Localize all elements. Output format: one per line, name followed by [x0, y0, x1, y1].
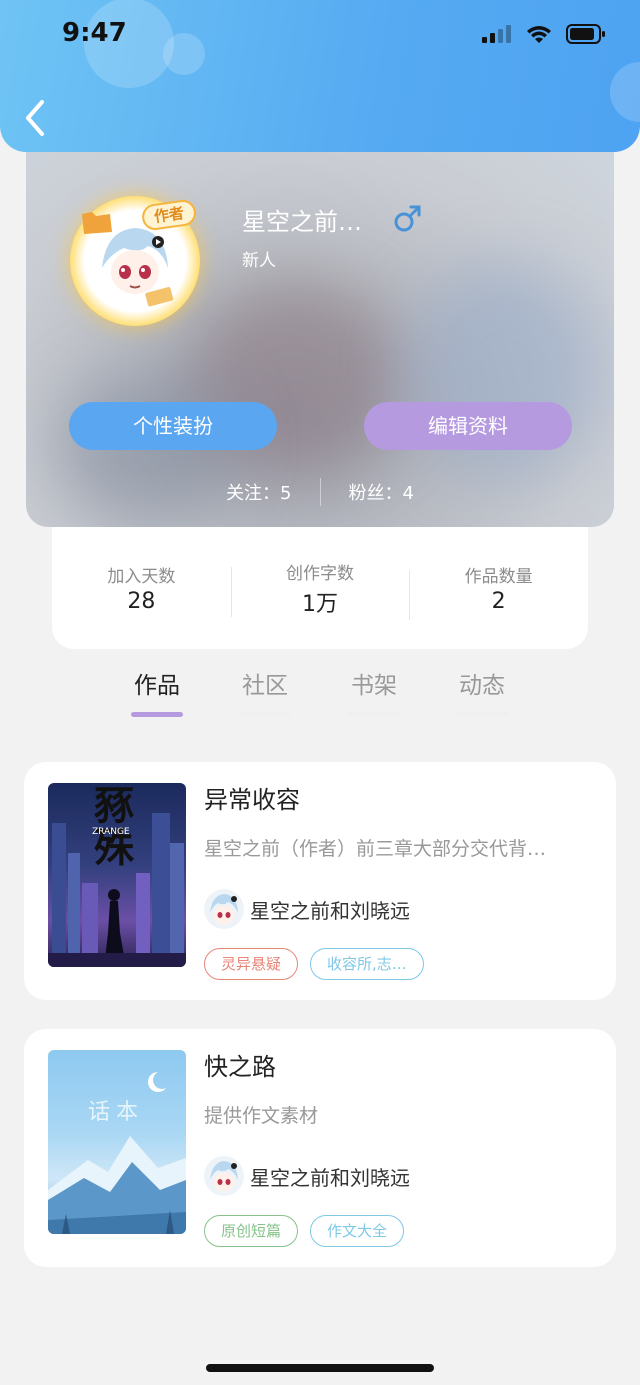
follow-stats: 关注：5 粉丝：4	[26, 478, 614, 506]
male-gender-icon	[394, 205, 421, 232]
author-name: 星空之前和刘晓远	[250, 1165, 410, 1190]
header-bar: 9:47	[0, 0, 640, 152]
tag-genre[interactable]: 灵异悬疑	[204, 948, 299, 980]
profile-card: 作者 星空之前… 新人 个性装扮 编辑资料 关注：5 粉丝：4	[26, 140, 614, 527]
following-value: 5	[280, 483, 292, 504]
tab-label: 动态	[459, 673, 505, 699]
dress-up-button[interactable]: 个性装扮	[69, 402, 277, 450]
book-author: 星空之前和刘晓远	[204, 889, 410, 929]
tab-community[interactable]: 社区	[235, 666, 295, 717]
author-name: 星空之前和刘晓远	[250, 898, 410, 923]
wifi-icon	[527, 26, 551, 43]
stats-card: 加入天数 28 创作字数 1万 作品数量 2	[52, 527, 588, 649]
signal-icon	[482, 25, 511, 43]
tab-underline	[348, 712, 400, 717]
decorative-bubble	[610, 62, 640, 122]
tab-bar: 作品 社区 书架 动态	[0, 666, 640, 717]
home-indicator	[206, 1364, 434, 1372]
decorative-bubble	[163, 33, 205, 75]
book-author: 星空之前和刘晓远	[204, 1156, 410, 1196]
author-avatar-icon	[210, 894, 238, 924]
tab-underline	[131, 712, 183, 717]
battery-icon	[566, 24, 605, 44]
mountain-moon-icon	[48, 1072, 186, 1234]
tag-genre[interactable]: 原创短篇	[204, 1215, 299, 1247]
edit-profile-button[interactable]: 编辑资料	[364, 402, 572, 450]
stat-value: 28	[127, 589, 156, 614]
fans-count[interactable]: 粉丝：4	[349, 479, 414, 505]
status-icons	[482, 24, 606, 44]
folder-icon	[82, 212, 112, 234]
back-button[interactable]	[20, 98, 52, 138]
author-avatar	[204, 889, 244, 929]
tag-keywords[interactable]: 收容所,志…	[310, 948, 424, 980]
tab-underline	[239, 712, 291, 717]
fans-value: 4	[402, 483, 414, 504]
stat-label: 加入天数	[107, 567, 176, 587]
tab-label: 书架	[351, 673, 397, 699]
stat-label: 创作字数	[286, 563, 354, 584]
chevron-left-icon	[26, 100, 44, 136]
stat-word-count: 创作字数 1万	[230, 559, 410, 618]
book-cover: 话本	[48, 1050, 186, 1234]
book-description: 提供作文素材	[204, 1105, 319, 1127]
status-time: 9:47	[62, 18, 127, 48]
tab-activity[interactable]: 动态	[452, 666, 512, 717]
divider	[319, 478, 321, 506]
tab-underline	[456, 712, 508, 717]
following-label: 关注：	[226, 483, 281, 504]
author-avatar-icon	[210, 1161, 238, 1191]
stat-works-count: 作品数量 2	[409, 562, 588, 620]
book-tags: 原创短篇 作文大全	[204, 1215, 405, 1247]
nickname: 星空之前…	[242, 208, 362, 236]
cover-subtitle: ZRANGE	[92, 827, 130, 837]
book-title: 异常收容	[204, 786, 300, 814]
stat-value: 2	[491, 589, 506, 614]
user-level: 新人	[242, 251, 276, 271]
book-description: 星空之前（作者）前三章大部分交代背…	[204, 838, 547, 860]
avatar[interactable]: 作者	[70, 196, 200, 326]
book-title: 快之路	[204, 1053, 276, 1081]
book-tags: 灵异悬疑 收容所,志…	[204, 948, 424, 980]
fans-label: 粉丝：	[348, 483, 403, 504]
book-card[interactable]: 话本 快之路 提供作文素材 星空之前和刘晓远 原创短篇 作文大全	[24, 1029, 616, 1267]
book-cover: 豩殊 ZRANGE	[48, 783, 186, 967]
tab-label: 作品	[134, 673, 180, 699]
following-count[interactable]: 关注：5	[226, 479, 291, 505]
tab-works[interactable]: 作品	[127, 666, 187, 717]
book-card[interactable]: 豩殊 ZRANGE 异常收容 星空之前（作者）前三章大部分交代背… 星空之前和刘…	[24, 762, 616, 1000]
stat-value: 1万	[302, 591, 338, 617]
author-avatar	[204, 1156, 244, 1196]
tab-bookshelf[interactable]: 书架	[344, 666, 404, 717]
tab-label: 社区	[242, 673, 288, 699]
tag-keywords[interactable]: 作文大全	[310, 1215, 405, 1247]
stat-label: 作品数量	[464, 567, 533, 587]
cover-title: 话本	[88, 1100, 145, 1125]
stat-join-days: 加入天数 28	[52, 562, 231, 614]
